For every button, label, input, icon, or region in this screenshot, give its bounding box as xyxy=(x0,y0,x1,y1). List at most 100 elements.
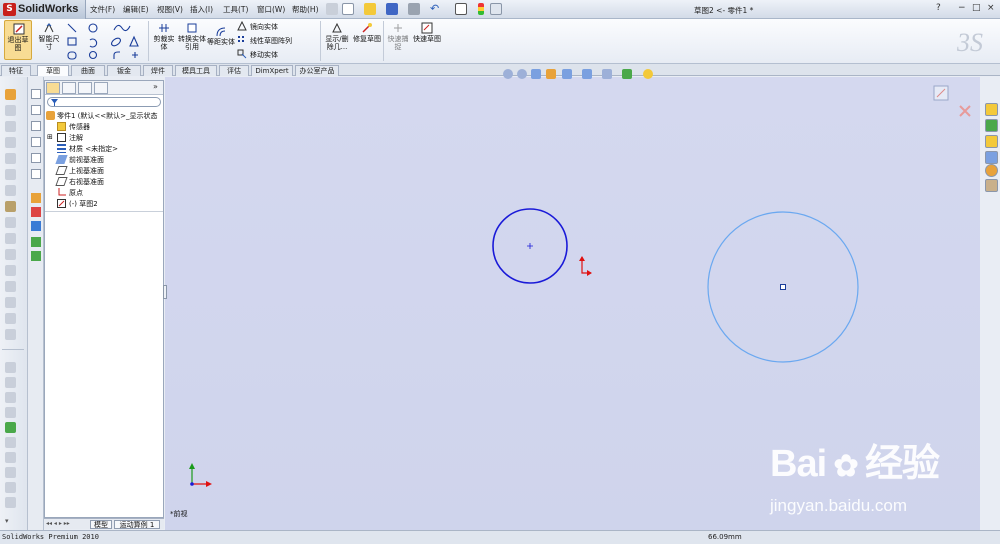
fillet-icon[interactable] xyxy=(5,169,16,180)
loft-icon[interactable] xyxy=(5,153,16,164)
feature-tree-filter-input[interactable] xyxy=(47,97,161,107)
tab-surfaces[interactable]: 曲面 xyxy=(71,65,105,76)
pattern-icon[interactable] xyxy=(5,297,16,308)
tree-item-top-plane[interactable]: 上视基准面 xyxy=(45,165,163,176)
design-library-icon[interactable] xyxy=(985,119,998,132)
exit-sketch-button[interactable]: 退出草图 xyxy=(4,20,32,60)
offset-entities-button[interactable]: 等距实体 xyxy=(207,26,235,60)
view-palette-icon[interactable] xyxy=(985,151,998,164)
feature-manager-tab-icon[interactable] xyxy=(46,82,60,94)
sketch-offset-icon[interactable] xyxy=(5,497,16,508)
coincident-icon[interactable] xyxy=(31,251,41,261)
tree-item-origin[interactable]: 原点 xyxy=(45,187,163,198)
sketch-arc-icon[interactable] xyxy=(5,407,16,418)
options-icon[interactable] xyxy=(490,3,502,15)
reference-geometry-icon[interactable] xyxy=(5,329,16,340)
linear-pattern-button[interactable]: 线性草图阵列 xyxy=(237,35,317,46)
preview-circle-center[interactable] xyxy=(780,284,786,290)
dimxpert-manager-tab-icon[interactable] xyxy=(94,82,108,94)
smart-dim-side-icon[interactable] xyxy=(31,207,41,217)
relations-side-icon[interactable] xyxy=(31,221,41,231)
quick-snaps-button[interactable]: 快速捕捉 xyxy=(385,20,411,60)
tab-sketch[interactable]: 草图 xyxy=(37,65,69,76)
sketch-edit-icon[interactable] xyxy=(31,193,41,203)
tab-model[interactable]: 模型 xyxy=(90,520,112,529)
app-logo[interactable]: S SolidWorks xyxy=(0,0,86,19)
display-delete-relations-button[interactable]: 显示/删除几... xyxy=(322,20,352,60)
sketch-circle-icon[interactable] xyxy=(5,392,16,403)
open-folder-icon[interactable] xyxy=(364,3,376,15)
sketch-fillet-icon[interactable] xyxy=(5,467,16,478)
menu-edit[interactable]: 编辑(E) xyxy=(123,4,149,15)
rapid-sketch-button[interactable]: 快速草图 xyxy=(413,20,441,60)
menu-tools[interactable]: 工具(T) xyxy=(223,4,248,15)
scroll-down-icon[interactable]: ▾ xyxy=(5,517,9,525)
sketch-icon[interactable] xyxy=(5,89,16,100)
sketch-tools-grid[interactable] xyxy=(66,22,146,62)
appearances-scenes-icon[interactable] xyxy=(985,164,998,177)
tree-item-material[interactable]: 材质 <未指定> xyxy=(45,143,163,154)
tab-weldments[interactable]: 焊件 xyxy=(143,65,173,76)
tab-motion-study[interactable]: 运动算例 1 xyxy=(114,520,160,529)
minimize-button[interactable]: − xyxy=(958,3,966,13)
rib-icon[interactable] xyxy=(5,233,16,244)
sketch-chamfer-icon[interactable] xyxy=(5,482,16,493)
close-button[interactable]: × xyxy=(987,3,995,13)
curves-icon[interactable] xyxy=(5,313,16,324)
tree-root-part[interactable]: 零件1 (默认<<默认>_显示状态 xyxy=(45,110,163,121)
file-explorer-icon[interactable] xyxy=(985,135,998,148)
restore-button[interactable]: □ xyxy=(972,3,981,13)
tree-item-sensors[interactable]: 传感器 xyxy=(45,121,163,132)
tree-item-sketch2[interactable]: (-) 草图2 xyxy=(45,198,163,209)
fix-icon[interactable] xyxy=(31,237,41,247)
menu-window[interactable]: 窗口(W) xyxy=(257,4,285,15)
sketch-rectangle-icon[interactable] xyxy=(5,377,16,388)
front-view-icon[interactable] xyxy=(31,121,41,131)
expand-chevron-icon[interactable]: » xyxy=(153,82,158,91)
sketch-text-icon[interactable] xyxy=(5,452,16,463)
extrude-icon[interactable] xyxy=(5,105,16,116)
convert-entities-button[interactable]: 转换实体引用 xyxy=(178,20,206,60)
help-button[interactable]: ? xyxy=(936,3,941,13)
menu-view[interactable]: 视图(V) xyxy=(157,4,183,15)
shell-icon[interactable] xyxy=(5,217,16,228)
right-view-icon[interactable] xyxy=(31,153,41,163)
trim-entities-button[interactable]: 剪裁实体 xyxy=(151,20,177,60)
tab-office-products[interactable]: 办公室产品 xyxy=(295,65,339,76)
new-document-icon[interactable] xyxy=(342,3,354,15)
view-orientation-icon[interactable] xyxy=(31,89,41,99)
property-manager-tab-icon[interactable] xyxy=(62,82,76,94)
chamfer-icon[interactable] xyxy=(5,185,16,196)
hole-wizard-icon[interactable] xyxy=(5,201,16,212)
normal-to-icon[interactable] xyxy=(31,105,41,115)
repair-sketch-button[interactable]: 修复草图 xyxy=(353,20,381,60)
expand-plus-icon[interactable]: ⊞ xyxy=(47,133,53,141)
draft-icon[interactable] xyxy=(5,249,16,260)
revolve-icon[interactable] xyxy=(5,121,16,132)
tree-item-right-plane[interactable]: 右视基准面 xyxy=(45,176,163,187)
sketch-line-icon[interactable] xyxy=(5,362,16,373)
mirror-entities-button[interactable]: 镜向实体 xyxy=(237,21,317,32)
tab-mold-tools[interactable]: 模具工具 xyxy=(175,65,217,76)
custom-properties-icon[interactable] xyxy=(985,179,998,192)
menu-insert[interactable]: 插入(I) xyxy=(190,4,213,15)
tree-item-front-plane[interactable]: 前视基准面 xyxy=(45,154,163,165)
sketch-origin-icon[interactable] xyxy=(579,256,592,276)
print-icon[interactable] xyxy=(408,3,420,15)
tab-features[interactable]: 特征 xyxy=(1,65,31,76)
tree-item-annotations[interactable]: ⊞ 注解 xyxy=(45,132,163,143)
tab-nav-arrows-icon[interactable]: ◂◂ ◂ ▸ ▸▸ xyxy=(46,520,70,527)
solidworks-resources-icon[interactable] xyxy=(985,103,998,116)
pushpin-icon[interactable] xyxy=(326,3,338,15)
isometric-view-icon[interactable] xyxy=(31,169,41,179)
configuration-manager-tab-icon[interactable] xyxy=(78,82,92,94)
rebuild-icon[interactable] xyxy=(478,3,484,15)
smart-dimension-button[interactable]: 智能尺寸 xyxy=(36,20,62,60)
undo-icon[interactable]: ↶ xyxy=(430,3,442,15)
tab-dimxpert[interactable]: DimXpert xyxy=(251,65,293,76)
tab-evaluate[interactable]: 评估 xyxy=(219,65,249,76)
move-entities-button[interactable]: 移动实体 xyxy=(237,49,317,60)
sweep-icon[interactable] xyxy=(5,137,16,148)
top-view-icon[interactable] xyxy=(31,137,41,147)
sketch-spline-icon[interactable] xyxy=(5,422,16,433)
